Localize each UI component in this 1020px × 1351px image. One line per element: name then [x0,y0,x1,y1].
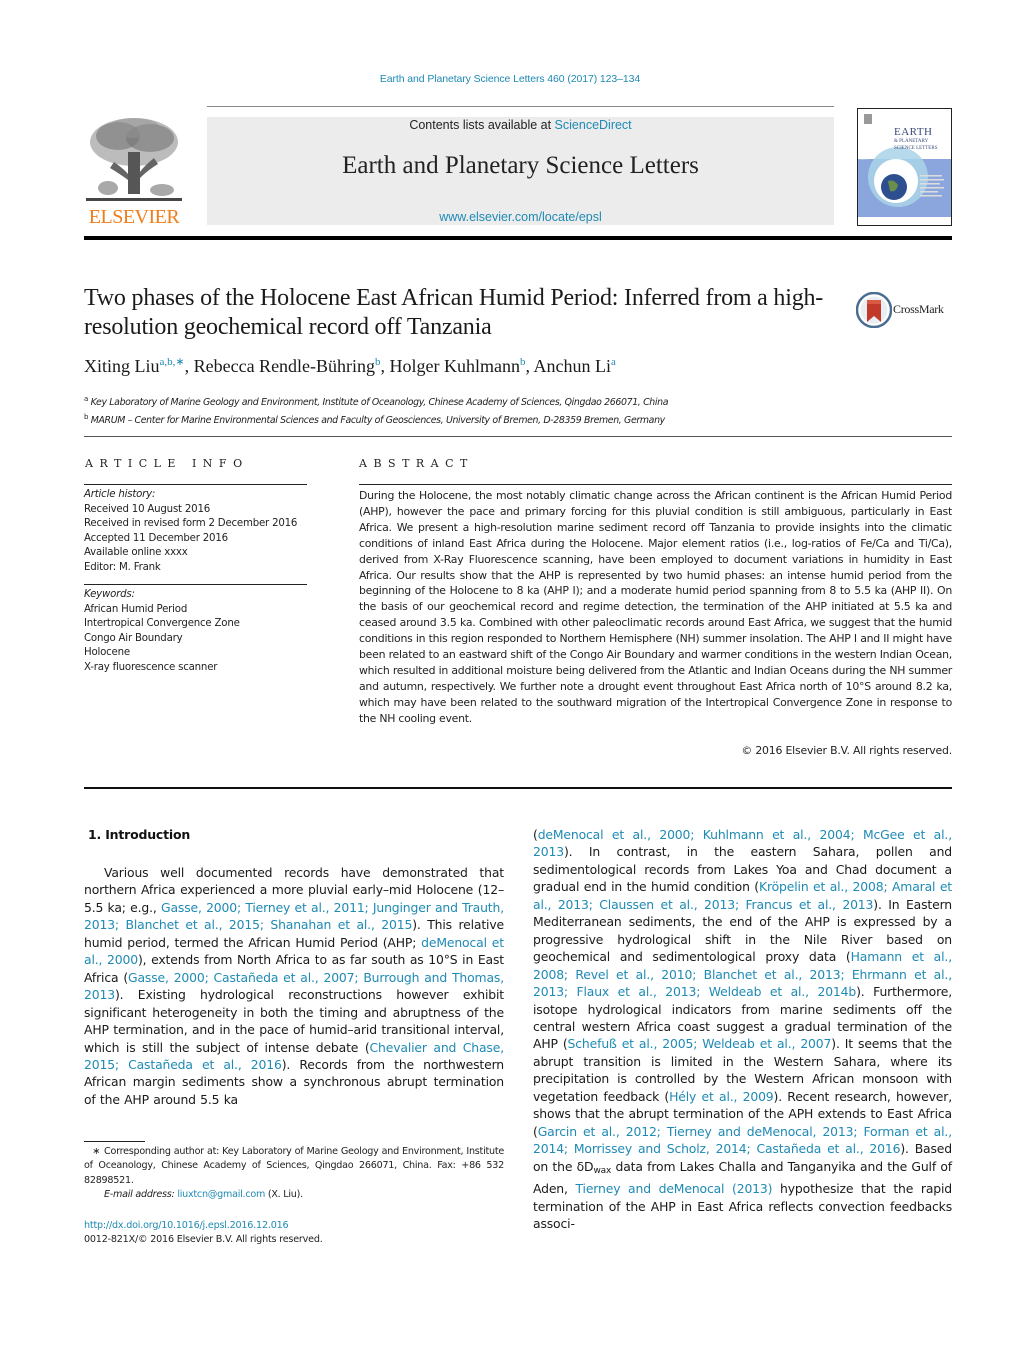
author-list: Xiting Liua,b,∗, Rebecca Rendle-Bühringb… [84,355,616,377]
contents-available-line: Contents lists available at ScienceDirec… [207,118,834,132]
citation-link[interactable]: Tierney and deMenocal (2013) [575,1181,772,1196]
doi-block: http://dx.doi.org/10.1016/j.epsl.2016.12… [84,1219,323,1248]
keyword[interactable]: Intertropical Convergence Zone [84,617,314,632]
masthead-top-rule [207,106,834,107]
footnote-email: E-mail address: liuxtcn@gmail.com (X. Li… [84,1188,504,1202]
citation-link[interactable]: Schefuß et al., 2005; Weldeab et al., 20… [568,1036,832,1051]
author-name[interactable]: Holger Kuhlmann [390,356,520,376]
cover-title: EARTH & PLANETARY SCIENCE LETTERS [894,127,950,152]
keywords-rule [84,584,307,585]
affiliation-text: MARUM – Center for Marine Environmental … [90,415,665,426]
abstract-rule [359,484,952,485]
corresponding-author-footnote: ∗ Corresponding author at: Key Laboratory… [84,1145,504,1202]
author-affiliation-mark[interactable]: a [611,356,616,368]
footnote-rule [84,1141,145,1142]
elsevier-wordmark[interactable]: ELSEVIER [84,206,184,229]
author-name[interactable]: Anchun Li [534,356,611,376]
doi-link[interactable]: http://dx.doi.org/10.1016/j.epsl.2016.12… [84,1220,289,1231]
front-matter-rule [84,787,952,789]
citation-link[interactable]: Hély et al., 2009 [669,1089,774,1104]
author[interactable]: Holger Kuhlmannb [390,356,526,376]
section-heading-introduction: 1. Introduction [88,827,191,842]
cover-title-line: SCIENCE LETTERS [894,146,938,151]
author[interactable]: Xiting Liua,b,∗ [84,356,185,376]
abstract-text: During the Holocene, the most notably cl… [359,489,952,725]
footnote-text: Corresponding author at: Key Laboratory … [84,1146,504,1186]
running-head-citation[interactable]: Earth and Planetary Science Letters 460 … [0,73,1020,85]
cover-title-line: EARTH [894,126,933,138]
keyword[interactable]: African Humid Period [84,603,314,618]
footnote-star: ∗ [92,1146,100,1157]
crossmark-label[interactable]: CrossMark [893,302,944,317]
email-link[interactable]: liuxtcn@gmail.com [177,1189,265,1200]
masthead-bottom-rule [84,236,952,240]
affiliation: a Key Laboratory of Marine Geology and E… [84,392,668,410]
article-title: Two phases of the Holocene East African … [84,285,824,340]
history-entry: Accepted 11 December 2016 [84,532,228,544]
author-name[interactable]: Xiting Liu [84,356,160,376]
abstract-heading: ABSTRACT [359,457,474,470]
issn-rights: 0012-821X/© 2016 Elsevier B.V. All right… [84,1234,323,1246]
body-column-left: Various well documented records have dem… [84,864,504,1108]
affiliation-mark: a [84,395,88,403]
article-history-label: Article history: [84,489,156,500]
affiliations: a Key Laboratory of Marine Geology and E… [84,392,668,428]
email-suffix: (X. Liu). [265,1188,303,1200]
subscript-text: wax [593,1165,612,1176]
journal-cover-thumbnail[interactable]: EARTH & PLANETARY SCIENCE LETTERS [857,108,952,226]
cover-publisher-mark [864,114,872,124]
author-separator: , [525,356,534,376]
editor-entry: Editor: M. Frank [84,561,161,573]
keyword[interactable]: X-ray fluorescence scanner [84,661,314,676]
journal-homepage-link[interactable]: www.elsevier.com/locate/epsl [207,210,834,224]
sciencedirect-link[interactable]: ScienceDirect [555,118,632,132]
article-info-rule [84,484,307,485]
abstract-copyright: © 2016 Elsevier B.V. All rights reserved… [741,744,952,757]
keyword[interactable]: Holocene [84,646,314,661]
footnote-corresponding: ∗ Corresponding author at: Key Laboratory… [84,1145,504,1188]
body-paragraph: (deMenocal et al., 2000; Kuhlmann et al.… [533,826,952,1232]
affiliation: b MARUM – Center for Marine Environmenta… [84,410,668,428]
crossmark-icon [855,291,893,329]
author[interactable]: Anchun Lia [534,356,616,376]
journal-title: Earth and Planetary Science Letters [342,152,699,179]
author-separator: , [380,356,390,376]
email-label: E-mail address: [104,1188,175,1200]
affiliation-text: Key Laboratory of Marine Geology and Env… [90,397,669,408]
contents-prefix: Contents lists available at [409,118,555,132]
citation-link[interactable]: Garcin et al., 2012; Tierney and deMenoc… [533,1124,952,1156]
title-block-rule [84,436,952,437]
article-history: Article history: Received 10 August 2016… [84,488,314,575]
keywords-label: Keywords: [84,589,135,600]
affiliation-mark: b [84,413,89,421]
body-paragraph: Various well documented records have dem… [84,864,504,1108]
history-entry: Available online xxxx [84,547,188,558]
keyword[interactable]: Congo Air Boundary [84,632,314,647]
author-name[interactable]: Rebecca Rendle-Bühring [194,356,375,376]
body-column-right: (deMenocal et al., 2000; Kuhlmann et al.… [533,826,952,1232]
author-affiliation-mark[interactable]: a,b,∗ [160,356,185,368]
author[interactable]: Rebecca Rendle-Bühringb [194,356,381,376]
article-info-heading: ARTICLE INFO [85,457,249,470]
author-separator: , [184,356,194,376]
cover-title-line: & PLANETARY [894,139,929,144]
history-entry: Received 10 August 2016 [84,503,211,515]
keywords: Keywords: African Humid Period Intertrop… [84,588,314,675]
history-entry: Received in revised form 2 December 2016 [84,518,298,529]
